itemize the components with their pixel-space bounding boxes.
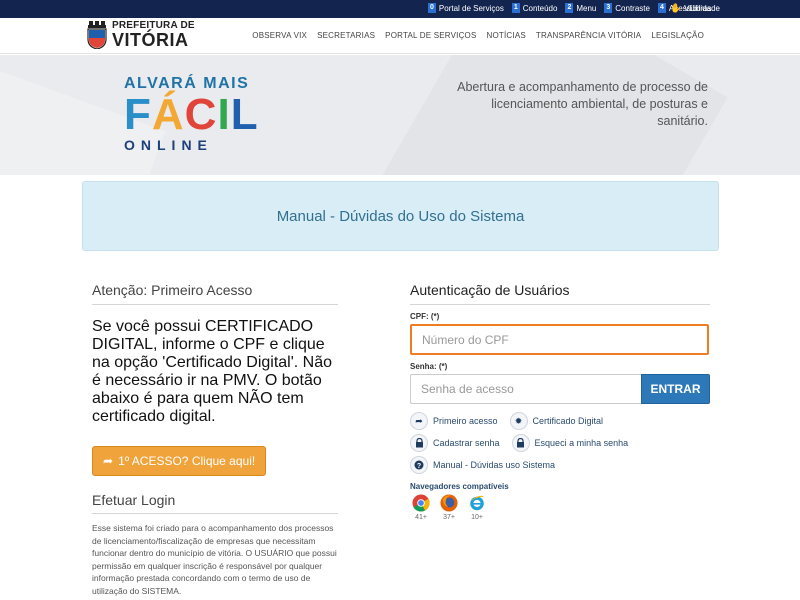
acc-key: 0 [428, 3, 436, 13]
password-input[interactable] [410, 374, 641, 404]
login-title: Efetuar Login [92, 492, 338, 514]
acc-label: Conteúdo [522, 3, 558, 13]
firefox-icon [440, 494, 458, 512]
acc-link-portal[interactable]: 0 Portal de Serviços [428, 3, 504, 13]
acc-key: 3 [604, 3, 613, 13]
attention-title: Atenção: Primeiro Acesso [92, 282, 338, 305]
cpf-label: CPF: (*) [410, 312, 440, 321]
brand-facil-word: FÁCIL [124, 90, 259, 139]
link-label: Esqueci a minha senha [534, 438, 629, 448]
browser-chrome: 41+ [410, 494, 432, 521]
link-manual[interactable]: ? Manual - Dúvidas uso Sistema [410, 456, 555, 474]
auth-section: Autenticação de Usuários CPF: (*) Senha:… [410, 282, 710, 521]
acc-label: Menu [576, 3, 597, 13]
first-access-button[interactable]: ➦ 1º ACESSO? Clique aqui! [92, 446, 267, 476]
prefeitura-logo[interactable]: PREFEITURA DE VITÓRIA [86, 21, 195, 50]
brand-letter: C [184, 90, 218, 139]
nav-legislacao[interactable]: LEGISLAÇÃO [651, 31, 704, 40]
cpf-input[interactable] [410, 324, 709, 355]
manual-panel[interactable]: Manual - Dúvidas do Uso do Sistema [82, 181, 719, 251]
link-row: Cadastrar senha Esqueci a minha senha [410, 434, 710, 452]
nav-transparencia[interactable]: TRANSPARÊNCIA VITÓRIA [536, 31, 641, 40]
link-row: ➦ Primeiro acesso ✹ Certificado Digital [410, 412, 710, 430]
nav-secretarias[interactable]: SECRETARIAS [317, 31, 375, 40]
share-arrow-icon: ➦ [103, 454, 114, 468]
first-access-section: Atenção: Primeiro Acesso Se você possui … [92, 282, 338, 597]
browser-ie: 10+ [466, 494, 488, 521]
browser-list: 41+ 37+ 10+ [410, 494, 710, 521]
nav-noticias[interactable]: NOTÍCIAS [487, 31, 526, 40]
banner-description: Abertura e acompanhamento de processo de… [457, 80, 708, 128]
login-description: Esse sistema foi criado para o acompanha… [92, 523, 337, 596]
acc-key: 2 [565, 3, 574, 13]
crest-icon [86, 21, 108, 50]
link-cadastrar-senha[interactable]: Cadastrar senha [410, 434, 500, 452]
alvara-brand-logo: ALVARÁ MAIS FÁCIL ONLINE [124, 75, 259, 153]
brand-letter: F [124, 90, 152, 139]
nav-portal-servicos[interactable]: PORTAL DE SERVIÇOS [385, 31, 476, 40]
link-certificado-digital[interactable]: ✹ Certificado Digital [509, 412, 604, 430]
brand-letter: L [230, 90, 259, 139]
hero-banner: ALVARÁ MAIS FÁCIL ONLINE Abertura e acom… [0, 55, 800, 175]
logo-text: PREFEITURA DE VITÓRIA [112, 21, 195, 50]
link-label: Cadastrar senha [433, 438, 500, 448]
link-label: Manual - Dúvidas uso Sistema [433, 460, 556, 470]
chrome-icon [412, 494, 430, 512]
acc-key: 1 [511, 3, 520, 13]
browser-version: 41+ [415, 514, 427, 521]
brand-line3: ONLINE [124, 137, 213, 153]
vlibras-link[interactable]: ✋ VLibras [670, 3, 711, 13]
password-row: ENTRAR [410, 374, 710, 404]
certificate-notice: Se você possui CERTIFICADO DIGITAL, info… [92, 318, 333, 425]
browser-version: 37+ [443, 514, 455, 521]
lock-icon [511, 434, 530, 452]
brand-letter: Á [151, 90, 185, 139]
auth-links: ➦ Primeiro acesso ✹ Certificado Digital … [410, 412, 710, 474]
hand-icon: ✋ [670, 3, 682, 13]
enter-button[interactable]: ENTRAR [641, 374, 710, 404]
lock-icon [410, 434, 428, 452]
ie-icon [469, 495, 485, 511]
browser-firefox: 37+ [438, 494, 460, 521]
acc-label: Portal de Serviços [438, 3, 504, 13]
svg-text:?: ? [417, 463, 421, 470]
link-label: Certificado Digital [532, 416, 604, 426]
password-label: Senha: (*) [410, 362, 448, 371]
accessibility-bar: 0 Portal de Serviços 1 Conteúdo 2 Menu 3… [0, 0, 800, 18]
link-esqueci-senha[interactable]: Esqueci a minha senha [511, 434, 629, 452]
vlibras-label: VLibras [684, 3, 712, 13]
nav-observa-vix[interactable]: OBSERVA VIX [252, 31, 307, 40]
acc-key: 4 [657, 3, 666, 13]
first-access-label: 1º ACESSO? Clique aqui! [118, 454, 256, 468]
browsers-title: Navegadores compatíveis [410, 482, 509, 491]
auth-title: Autenticação de Usuários [410, 282, 710, 305]
manual-title: Manual - Dúvidas do Uso do Sistema [276, 207, 525, 225]
question-icon: ? [410, 456, 428, 474]
certificate-seal-icon: ✹ [509, 412, 528, 430]
acc-link-menu[interactable]: 2 Menu [565, 3, 596, 13]
link-label: Primeiro acesso [433, 416, 498, 426]
acc-label: Contraste [615, 3, 650, 13]
browser-version: 10+ [471, 514, 483, 521]
logo-line2: VITÓRIA [112, 30, 189, 50]
acc-link-contraste[interactable]: 3 Contraste [604, 3, 650, 13]
share-arrow-icon: ➦ [410, 412, 428, 430]
main-nav: OBSERVA VIX SECRETARIAS PORTAL DE SERVIÇ… [252, 31, 704, 40]
link-row: ? Manual - Dúvidas uso Sistema [410, 456, 710, 474]
site-header: PREFEITURA DE VITÓRIA OBSERVA VIX SECRET… [0, 18, 800, 54]
acc-link-conteudo[interactable]: 1 Conteúdo [511, 3, 558, 13]
brand-letter: I [217, 90, 231, 139]
link-primeiro-acesso[interactable]: ➦ Primeiro acesso [410, 412, 498, 430]
